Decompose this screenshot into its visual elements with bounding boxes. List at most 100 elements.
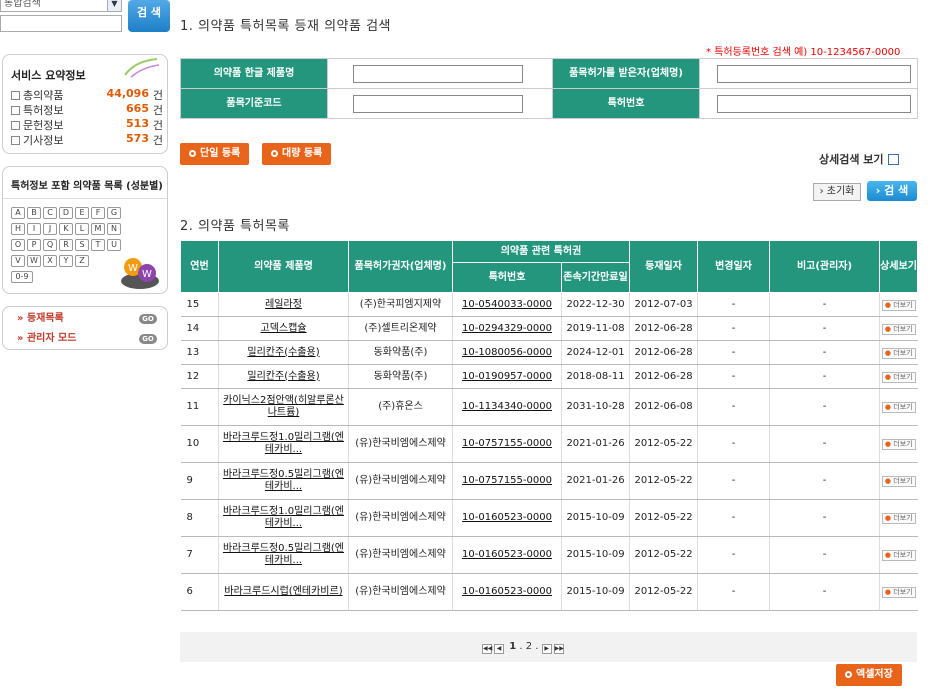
excel-export-button[interactable]: 엑셀저장 bbox=[836, 664, 902, 686]
letter-button[interactable]: N bbox=[107, 223, 121, 235]
patent-no-input[interactable] bbox=[717, 94, 911, 113]
sidebar-search-input[interactable] bbox=[0, 15, 122, 32]
go-badge: GO bbox=[139, 314, 157, 324]
letter-button[interactable]: Y bbox=[59, 255, 73, 267]
patent-link[interactable]: 10-0190957-0000 bbox=[462, 371, 552, 382]
sidebar-search-button[interactable]: 검 색 bbox=[128, 0, 170, 32]
checkbox-icon bbox=[11, 106, 20, 115]
view-more-button[interactable]: ● 더보기 bbox=[881, 402, 916, 413]
letter-button[interactable]: P bbox=[27, 239, 41, 251]
reset-button[interactable]: › 초기화 bbox=[813, 183, 861, 201]
chevron-down-icon[interactable]: ▼ bbox=[107, 0, 121, 11]
letter-button[interactable]: G bbox=[107, 207, 121, 219]
view-more-button[interactable]: ● 더보기 bbox=[881, 347, 916, 359]
page-1-link[interactable]: 1 bbox=[509, 641, 516, 652]
letter-button[interactable]: E bbox=[75, 207, 89, 219]
letter-button[interactable]: J bbox=[43, 223, 57, 235]
page-2-link[interactable]: 2 bbox=[526, 641, 532, 652]
letter-button[interactable]: X bbox=[43, 255, 57, 267]
table-row: 13 밀리칸주(수출용) 동화약품(주) 10-1080056-0000 202… bbox=[180, 340, 918, 365]
view-more-button[interactable]: ● 더보기 bbox=[881, 299, 916, 311]
letter-button[interactable]: W bbox=[27, 255, 41, 267]
table-row: 11 카이닉스2점안액(히알루론산나트륨) (주)휴온스 10-1134340-… bbox=[180, 388, 918, 426]
product-link[interactable]: 카이닉스2점안액(히알루론산나트륨) bbox=[223, 395, 344, 418]
letter-button[interactable]: L bbox=[75, 223, 89, 235]
prev-page-icon[interactable]: ◀ bbox=[494, 644, 504, 654]
section1-title: 1. 의약품 특허목록 등재 의약품 검색 bbox=[180, 19, 392, 34]
letter-button-digits[interactable]: 0-9 bbox=[11, 271, 33, 283]
product-link[interactable]: 바라크루드정1.0밀리그램(엔테카비... bbox=[223, 432, 344, 455]
table-row: 6 바라크루드시럽(엔테카비르) (유)한국비엠에스제약 10-0160523-… bbox=[180, 573, 918, 611]
detail-search-toggle[interactable]: 상세검색 보기 bbox=[819, 151, 899, 167]
view-more-button[interactable]: ● 더보기 bbox=[881, 439, 916, 450]
view-more-button[interactable]: ● 더보기 bbox=[881, 476, 916, 487]
patent-link[interactable]: 10-1134340-0000 bbox=[462, 401, 552, 412]
circle-icon bbox=[271, 150, 278, 157]
letter-button[interactable]: U bbox=[107, 239, 121, 251]
circle-icon bbox=[189, 150, 196, 157]
product-link[interactable]: 밀리칸주(수출용) bbox=[247, 371, 319, 382]
letter-button[interactable]: Z bbox=[75, 255, 89, 267]
svg-text:W: W bbox=[142, 269, 152, 280]
patent-link[interactable]: 10-0160523-0000 bbox=[462, 549, 552, 560]
patent-link[interactable]: 10-0540033-0000 bbox=[462, 299, 552, 310]
letter-button[interactable]: K bbox=[59, 223, 73, 235]
patent-link[interactable]: 10-0757155-0000 bbox=[462, 475, 552, 486]
standard-code-input[interactable] bbox=[353, 94, 523, 113]
letter-button[interactable]: T bbox=[91, 239, 105, 251]
header-name: 의약품 제품명 bbox=[218, 240, 349, 293]
product-link[interactable]: 바라크루드시럽(엔테카비르) bbox=[224, 586, 342, 597]
table-row: 9 바라크루드정0.5밀리그램(엔테카비... (유)한국비엠에스제약 10-0… bbox=[180, 462, 918, 500]
search-button[interactable]: › 검 색 bbox=[867, 181, 917, 201]
service-summary-box: 서비스 요약정보 총의약품 44,096 건 특허정보 665 건 문헌정보 5… bbox=[2, 54, 168, 154]
letter-button[interactable]: R bbox=[59, 239, 73, 251]
product-link[interactable]: 레일라정 bbox=[265, 299, 302, 310]
letter-button[interactable]: V bbox=[11, 255, 25, 267]
product-link[interactable]: 바라크루드정1.0밀리그램(엔테카비... bbox=[223, 506, 344, 529]
detail-search-checkbox[interactable] bbox=[887, 154, 899, 165]
view-more-button[interactable]: ● 더보기 bbox=[881, 323, 916, 335]
next-page-icon[interactable]: ▶ bbox=[541, 644, 552, 654]
product-link[interactable]: 바라크루드정0.5밀리그램(엔테카비... bbox=[223, 543, 344, 566]
letter-button[interactable]: F bbox=[91, 207, 105, 219]
bulk-register-button[interactable]: 대량 등록 bbox=[262, 143, 332, 165]
menu-admin-mode[interactable]: » 관리자 모드 GO bbox=[9, 330, 161, 348]
letter-button[interactable]: O bbox=[11, 239, 25, 251]
summary-row-patents: 특허정보 665 건 bbox=[11, 102, 163, 117]
product-link[interactable]: 밀리칸주(수출용) bbox=[247, 347, 319, 358]
first-page-icon[interactable]: ◀◀ bbox=[482, 644, 492, 654]
letter-button[interactable]: Q bbox=[43, 239, 57, 251]
divider bbox=[3, 198, 167, 199]
patent-link[interactable]: 10-0160523-0000 bbox=[462, 512, 552, 523]
view-more-button[interactable]: ● 더보기 bbox=[881, 513, 916, 524]
label-standard-code: 품목기준코드 bbox=[180, 88, 328, 119]
letter-button[interactable]: C bbox=[43, 207, 57, 219]
search-type-select[interactable]: 통합검색 ▼ bbox=[0, 0, 122, 12]
letter-button[interactable]: S bbox=[75, 239, 89, 251]
letter-button[interactable]: M bbox=[91, 223, 105, 235]
view-more-button[interactable]: ● 더보기 bbox=[881, 371, 916, 383]
product-link[interactable]: 바라크루드정0.5밀리그램(엔테카비... bbox=[223, 469, 344, 492]
letter-button[interactable]: A bbox=[11, 207, 25, 219]
last-page-icon[interactable]: ▶▶ bbox=[553, 644, 564, 654]
product-name-input[interactable] bbox=[353, 64, 523, 83]
patent-link[interactable]: 10-1080056-0000 bbox=[462, 347, 552, 358]
menu-registered-list[interactable]: » 등재목록 GO bbox=[9, 310, 161, 328]
letter-button[interactable]: D bbox=[59, 207, 73, 219]
checkbox-icon bbox=[11, 136, 20, 145]
letter-button[interactable]: H bbox=[11, 223, 25, 235]
view-more-button[interactable]: ● 더보기 bbox=[881, 550, 916, 561]
patent-link[interactable]: 10-0757155-0000 bbox=[462, 438, 552, 449]
patent-link[interactable]: 10-0160523-0000 bbox=[462, 586, 552, 597]
letter-button[interactable]: I bbox=[27, 223, 41, 235]
summary-row-articles: 기사정보 573 건 bbox=[11, 132, 163, 147]
letter-button[interactable]: B bbox=[27, 207, 41, 219]
w-logo-icon: W W bbox=[121, 258, 159, 289]
single-register-button[interactable]: 단일 등록 bbox=[180, 143, 250, 165]
label-product-name: 의약품 한글 제품명 bbox=[180, 58, 328, 89]
table-row: 8 바라크루드정1.0밀리그램(엔테카비... (유)한국비엠에스제약 10-0… bbox=[180, 499, 918, 537]
view-more-button[interactable]: ● 더보기 bbox=[881, 587, 916, 598]
patent-link[interactable]: 10-0294329-0000 bbox=[462, 323, 552, 334]
product-link[interactable]: 고덱스캡슐 bbox=[261, 323, 307, 334]
permit-holder-input[interactable] bbox=[717, 64, 911, 83]
